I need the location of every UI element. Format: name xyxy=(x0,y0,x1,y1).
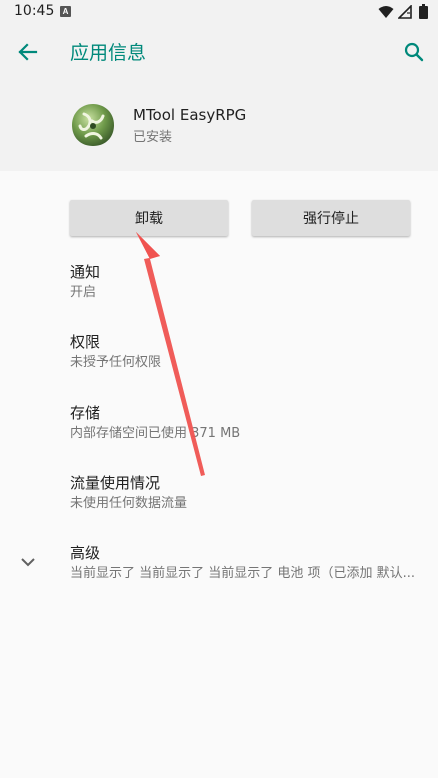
battery-icon xyxy=(419,4,428,19)
force-stop-button[interactable]: 强行停止 xyxy=(252,200,410,236)
app-icon xyxy=(72,104,114,146)
item-subtitle: 未使用任何数据流量 xyxy=(70,496,188,511)
annotation-arrow-head xyxy=(136,232,160,259)
list-item-storage[interactable]: 存储 内部存储空间已使用 371 MB xyxy=(70,403,240,443)
app-install-status: 已安装 xyxy=(133,130,173,145)
list-item-data-usage[interactable]: 流量使用情况 未使用任何数据流量 xyxy=(70,473,187,513)
item-title: 通知 xyxy=(70,263,101,281)
signal-icon xyxy=(398,5,412,19)
wifi-icon xyxy=(378,6,394,18)
list-item-advanced[interactable]: 高级 当前显示了 当前显示了 当前显示了 电池 项（已添加 默认... xyxy=(70,543,430,583)
uninstall-button[interactable]: 卸载 xyxy=(70,200,228,236)
app-name: MTool EasyRPG xyxy=(133,106,247,124)
status-bar: 10:45 A xyxy=(0,0,438,24)
status-time: 10:45 xyxy=(14,3,55,19)
list-item-notifications[interactable]: 通知 开启 xyxy=(70,262,100,302)
back-button[interactable] xyxy=(10,34,46,70)
app-header: 应用信息 MTool EasyRPG 已安装 xyxy=(0,24,438,171)
page-title: 应用信息 xyxy=(70,42,147,64)
item-subtitle: 开启 xyxy=(70,285,97,300)
list-item-permissions[interactable]: 权限 未授予任何权限 xyxy=(70,332,161,372)
chevron-down-icon[interactable] xyxy=(18,553,38,571)
item-subtitle: 未授予任何权限 xyxy=(70,355,162,370)
item-title: 流量使用情况 xyxy=(70,474,161,492)
search-button[interactable] xyxy=(396,34,432,70)
arrow-left-icon xyxy=(18,43,38,61)
notification-badge-icon: A xyxy=(60,6,71,17)
item-subtitle: 当前显示了 当前显示了 当前显示了 电池 项（已添加 默认... xyxy=(70,566,416,581)
toolbar: 应用信息 xyxy=(0,24,438,80)
item-subtitle: 内部存储空间已使用 371 MB xyxy=(70,426,241,441)
item-title: 权限 xyxy=(70,333,101,351)
item-title: 存储 xyxy=(70,404,101,422)
item-title: 高级 xyxy=(70,544,101,562)
search-icon xyxy=(404,42,424,62)
